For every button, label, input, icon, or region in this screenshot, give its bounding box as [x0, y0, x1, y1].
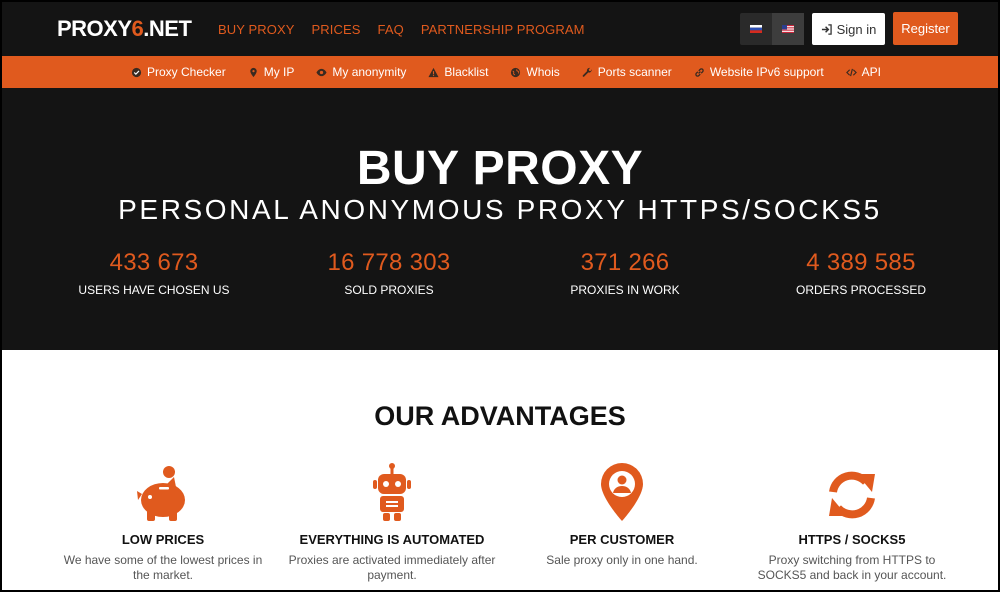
subnav-label: My anonymity — [332, 65, 407, 79]
hero-subtitle: PERSONAL ANONYMOUS PROXY HTTPS/SOCKS5 — [118, 194, 882, 225]
sign-in-icon — [821, 23, 832, 35]
ru-flag-icon[interactable] — [740, 13, 772, 45]
subnav-label: Whois — [526, 65, 560, 79]
subnav-label: Blacklist — [444, 65, 489, 79]
hero-title: BUY PROXY — [356, 142, 644, 195]
subnav-my-anonymity[interactable]: My anonymity — [316, 65, 406, 79]
site-logo[interactable]: PROXY6.NET — [57, 16, 192, 42]
sign-in-button[interactable]: Sign in — [812, 13, 885, 45]
subnav-label: Proxy Checker — [147, 65, 226, 79]
code-icon — [845, 67, 857, 78]
eye-icon — [316, 67, 327, 78]
stat-value: 4 389 585 — [806, 249, 916, 276]
warning-icon — [428, 67, 439, 78]
advantage-desc: Sale proxy only in one hand. — [546, 553, 698, 567]
advantage-desc: We have some of the lowest prices in the… — [63, 553, 263, 582]
globe-icon — [510, 67, 521, 78]
check-shield-icon — [131, 67, 142, 78]
subnav-label: Website IPv6 support — [709, 65, 824, 79]
stat-proxies-in-work: 371 266 PROXIES IN WORK — [505, 249, 745, 297]
stat-value: 16 778 303 — [327, 249, 451, 276]
nav-faq[interactable]: FAQ — [378, 22, 404, 37]
advantage-low-prices: LOW PRICES We have some of the lowest pr… — [43, 460, 283, 583]
stat-label: SOLD PROXIES — [344, 283, 434, 297]
subnav-label: API — [861, 65, 881, 79]
subnav-website-ipv6-support[interactable]: Website IPv6 support — [694, 65, 824, 79]
hero-section: BUY PROXY PERSONAL ANONYMOUS PROXY HTTPS… — [0, 88, 1000, 350]
sign-in-label: Sign in — [836, 21, 877, 37]
refresh-arrows-icon — [732, 460, 972, 522]
subnav-blacklist[interactable]: Blacklist — [428, 65, 488, 79]
advantage-automated: EVERYTHING IS AUTOMATED Proxies are acti… — [272, 460, 512, 583]
main-nav: BUY PROXY PRICES FAQ PARTNERSHIP PROGRAM — [218, 22, 602, 37]
register-button[interactable]: Register — [893, 12, 958, 45]
subnav-label: Ports scanner — [597, 65, 672, 79]
subnav-ports-scanner[interactable]: Ports scanner — [582, 65, 672, 79]
stat-label: PROXIES IN WORK — [570, 283, 680, 297]
piggy-bank-icon — [43, 460, 283, 522]
user-pin-icon — [502, 460, 742, 522]
advantage-name: LOW PRICES — [121, 532, 205, 547]
advantage-name: EVERYTHING IS AUTOMATED — [299, 532, 485, 547]
robot-icon — [272, 460, 512, 522]
stat-sold-proxies: 16 778 303 SOLD PROXIES — [269, 249, 509, 297]
advantage-name: PER CUSTOMER — [569, 532, 675, 547]
subnav-whois[interactable]: Whois — [510, 65, 560, 79]
subnav-my-ip[interactable]: My IP — [248, 65, 295, 79]
stat-orders-processed: 4 389 585 ORDERS PROCESSED — [741, 249, 981, 297]
tools-nav: Proxy Checker My IP My anonymity Blackli… — [0, 56, 1000, 88]
advantage-name: HTTPS / SOCKS5 — [798, 532, 906, 547]
nav-buy-proxy[interactable]: BUY PROXY — [218, 22, 295, 37]
advantage-per-customer: PER CUSTOMER Sale proxy only in one hand… — [502, 460, 742, 568]
advantages-title: OUR ADVANTAGES — [374, 401, 626, 431]
advantage-desc: Proxies are activated immediately after … — [288, 553, 496, 582]
pin-icon — [248, 67, 259, 78]
subnav-proxy-checker[interactable]: Proxy Checker — [131, 65, 226, 79]
advantage-desc: Proxy switching from HTTPS to SOCKS5 and… — [757, 553, 947, 582]
subnav-label: My IP — [263, 65, 295, 79]
subnav-api[interactable]: API — [845, 65, 881, 79]
stat-value: 433 673 — [109, 249, 199, 276]
nav-partnership-program[interactable]: PARTNERSHIP PROGRAM — [421, 22, 585, 37]
advantage-https-socks5: HTTPS / SOCKS5 Proxy switching from HTTP… — [732, 460, 972, 583]
top-header: PROXY6.NET BUY PROXY PRICES FAQ PARTNERS… — [0, 0, 1000, 56]
link-icon — [694, 67, 705, 78]
stat-label: USERS HAVE CHOSEN US — [78, 283, 230, 297]
stat-value: 371 266 — [580, 249, 670, 276]
language-switcher — [740, 13, 804, 45]
nav-prices[interactable]: PRICES — [312, 22, 361, 37]
us-flag-icon[interactable] — [772, 13, 804, 45]
stat-users: 433 673 USERS HAVE CHOSEN US — [34, 249, 274, 297]
wrench-icon — [582, 67, 593, 78]
stat-label: ORDERS PROCESSED — [795, 283, 927, 297]
